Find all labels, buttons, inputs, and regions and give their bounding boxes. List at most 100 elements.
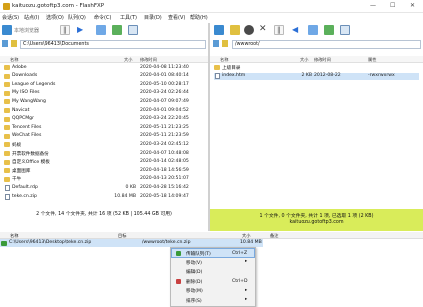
file-modified: 2020-04-01 08:40:14 [140, 73, 189, 79]
server-host: kaituozu.gotoftp3.com [289, 220, 344, 225]
context-menu-item[interactable]: 编辑(D) [172, 268, 254, 276]
col-size[interactable]: 大小 [300, 57, 308, 63]
file-row[interactable]: Downloads 2020-04-01 08:40:14 [4, 73, 204, 81]
refresh-icon[interactable] [308, 25, 318, 35]
menu-sites[interactable]: 站点(I) [24, 14, 39, 21]
file-row[interactable]: 开票软件数据备份 2020-04-07 10:48:08 [4, 150, 204, 158]
menu-queue[interactable]: 队列(Q) [68, 14, 86, 21]
context-menu-item[interactable]: 移动(M) ▸ [172, 287, 254, 295]
col-size[interactable]: 大小 [124, 57, 132, 63]
folder-up-icon[interactable] [11, 40, 17, 47]
left-toolbar: 本地浏览器 ‖ ▶ [0, 23, 208, 39]
sync-icon[interactable] [112, 25, 122, 35]
pane-divider[interactable] [208, 23, 210, 231]
menu-view[interactable]: 查看(V) [168, 14, 185, 21]
file-modified: 2020-05-10 00:28:17 [140, 81, 189, 87]
file-modified: 2020-04-28 15:16:42 [140, 184, 189, 190]
connect-icon[interactable] [2, 25, 12, 35]
file-row[interactable]: Adobe 2020-04-08 11:23:40 [4, 64, 204, 72]
submenu-arrow-icon: ▸ [245, 297, 248, 302]
file-name: 桌面图库 [12, 168, 31, 174]
file-row[interactable]: League of Legends 2020-05-10 00:28:17 [4, 81, 204, 89]
folder-icon [4, 125, 10, 131]
transfer-icon[interactable]: ▶ [75, 25, 85, 35]
menu-session[interactable]: 会话(S) [2, 14, 19, 21]
file-row[interactable]: QQPCMgr 2020-03-24 22:20:45 [4, 116, 204, 124]
context-menu-item[interactable]: 删除(D) Ctrl+D [172, 277, 254, 285]
file-name: Default.rdp [12, 184, 38, 190]
menu-help[interactable]: 帮助(H) [190, 14, 208, 21]
file-row[interactable]: index.htm 2 KB 2012-08-22 -rwxrwxrwx [214, 72, 419, 81]
queue-col-remark[interactable]: 备注 [270, 233, 278, 239]
file-row[interactable]: WeChat Files 2020-05-11 21:23:59 [4, 133, 204, 141]
folder-icon [4, 116, 10, 122]
file-name: Adobe [12, 64, 27, 70]
file-row[interactable]: Default.rdp 0 KB 2020-04-28 15:16:42 [4, 184, 204, 192]
queue-item-name: C:\Users\96413\Desktop\teke.cn.zip [9, 240, 92, 245]
right-status-bar: 1 个文件, 0 个文件夹, 共计 1 项, 已选取 1 项 (2 KB) ka… [210, 209, 423, 231]
left-path-text: C:\Users\96413\Documents [23, 42, 89, 47]
back-icon[interactable] [213, 40, 219, 47]
home-icon[interactable] [340, 25, 350, 35]
left-file-list: Adobe 2020-04-08 11:23:40 Downloads 2020-04… [0, 64, 206, 204]
file-row[interactable]: My WangWang 2020-04-07 09:07:49 [4, 98, 204, 106]
file-name: 千牛 [12, 177, 22, 183]
maximize-button[interactable]: ☐ [390, 2, 395, 9]
file-row[interactable]: Tencent Files 2020-05-11 21:23:25 [4, 124, 204, 132]
folder-icon [4, 73, 10, 79]
folder-icon [4, 90, 10, 96]
menu-commands[interactable]: 命令(C) [94, 14, 111, 21]
pause-icon[interactable]: ‖ [274, 25, 284, 35]
file-row[interactable]: 自定义Office 模板 2020-04-14 02:48:05 [4, 159, 204, 167]
file-row[interactable]: 蚂蚁 2020-03-24 02:45:12 [4, 141, 204, 149]
file-name: index.htm [222, 73, 246, 79]
menu-bar: 会话(S) 站点(I) 选项(O) 队列(Q) 命令(C) 工具(T) 目录(D… [0, 13, 423, 23]
menu-directory[interactable]: 目录(D) [144, 14, 162, 21]
menu-tools[interactable]: 工具(T) [120, 14, 137, 21]
close-button[interactable]: ✕ [410, 2, 415, 9]
connect-icon[interactable] [214, 25, 224, 35]
back-icon[interactable] [2, 40, 8, 47]
file-row[interactable]: Navicat 2020-04-01 09:04:52 [4, 107, 204, 115]
minimize-button[interactable]: — [370, 2, 376, 9]
queue-item[interactable]: C:\Users\96413\Desktop\teke.cn.zip /wwwr… [0, 239, 263, 247]
menu-options[interactable]: 选项(O) [46, 14, 64, 21]
file-row[interactable]: teke.cn.zip 10.84 MB 2020-05-18 14:09:47 [4, 193, 204, 201]
col-modified[interactable]: 修改时间 [314, 57, 331, 63]
folder-icon [4, 176, 10, 182]
file-name: 上级目录 [222, 65, 241, 71]
upload-arrow-icon [1, 240, 7, 246]
file-modified: 2020-05-11 21:23:59 [140, 133, 189, 139]
col-name[interactable]: 名称 [220, 57, 228, 63]
transfer-icon[interactable]: ◀ [290, 25, 300, 35]
file-name: QQPCMgr [12, 116, 34, 122]
left-path-input[interactable]: C:\Users\96413\Documents [20, 40, 206, 49]
sync-icon[interactable] [324, 25, 334, 35]
folder-icon [4, 99, 10, 105]
disconnect-icon[interactable] [244, 25, 254, 35]
pause-icon[interactable]: ‖ [60, 25, 70, 35]
file-modified: 2020-04-08 11:23:40 [140, 64, 189, 70]
context-menu-item[interactable]: 传输队列(T) Ctrl+Z [171, 248, 255, 258]
submenu-arrow-icon: ▸ [245, 287, 248, 293]
file-row[interactable]: 桌面图库 2020-04-18 14:56:59 [4, 167, 204, 175]
folder-up-icon[interactable] [222, 40, 228, 47]
delete-icon [176, 278, 181, 284]
abort-icon[interactable]: ✕ [258, 24, 268, 35]
home-icon[interactable] [128, 25, 138, 35]
col-name[interactable]: 名称 [10, 57, 18, 63]
folder-icon [4, 65, 10, 70]
site-manager-icon[interactable] [230, 25, 240, 35]
file-row[interactable]: My ISO Files 2020-03-24 02:26:44 [4, 90, 204, 98]
context-menu-item[interactable]: 移动(V) ▸ [172, 258, 254, 266]
file-row[interactable]: 上级目录 [214, 64, 419, 72]
col-attributes[interactable]: 属性 [368, 57, 376, 63]
refresh-icon[interactable] [96, 25, 106, 35]
file-row[interactable]: 千牛 2020-04-13 20:51:07 [4, 176, 204, 184]
right-path-input[interactable]: /wwwroot/ [232, 40, 421, 49]
folder-icon [4, 159, 10, 165]
context-menu-item[interactable]: 排序(S) ▸ [172, 296, 254, 304]
col-modified[interactable]: 修改时间 [140, 57, 157, 63]
folder-icon [4, 82, 10, 88]
file-name: League of Legends [12, 81, 56, 87]
